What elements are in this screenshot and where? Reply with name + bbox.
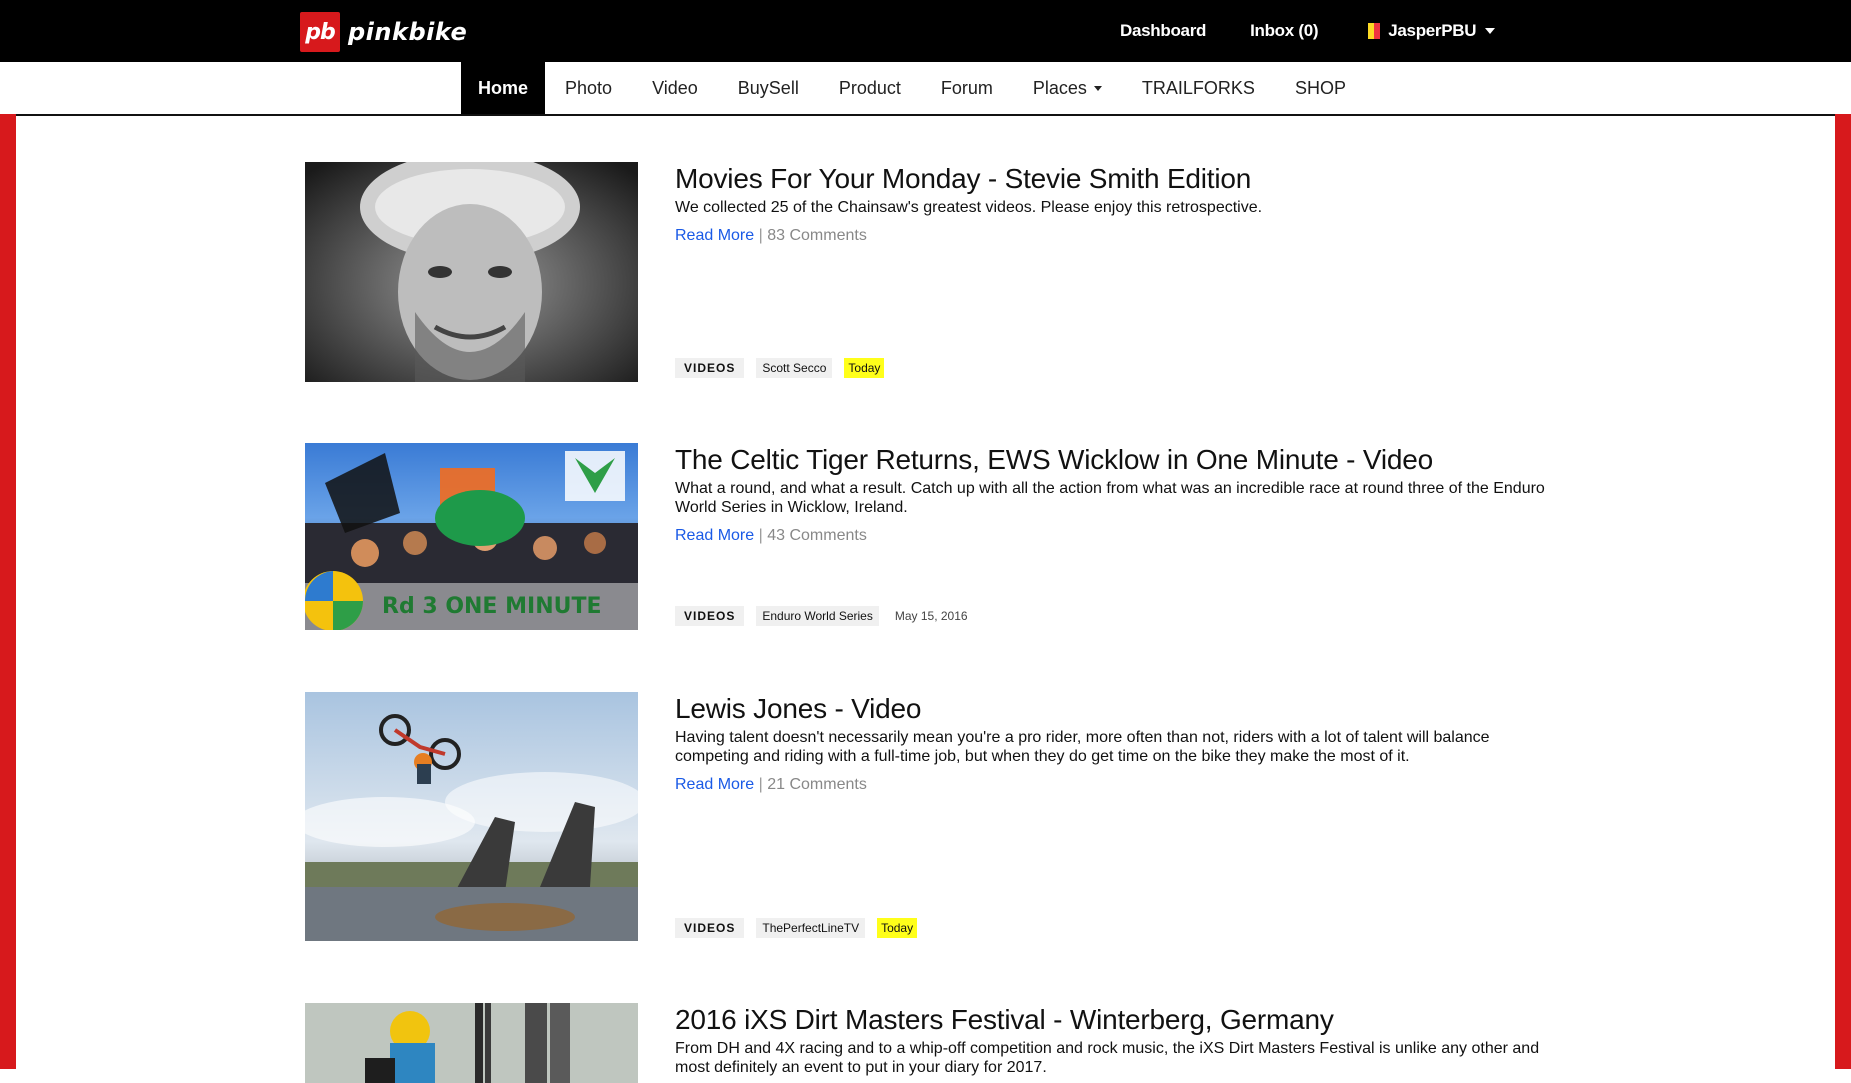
nav-item-photo[interactable]: Photo	[545, 62, 632, 114]
article-links: Read More | 43 Comments	[675, 527, 1545, 545]
article-tags: VIDEOS Enduro World Series May 15, 2016	[675, 606, 984, 626]
flag-stripe	[1374, 23, 1381, 39]
article-card: Movies For Your Monday - Stevie Smith Ed…	[305, 162, 1545, 382]
nav-item-places[interactable]: Places	[1013, 62, 1122, 114]
nav-item-label: BuySell	[737, 77, 799, 98]
main-nav: Home Photo Video BuySell Product Forum Places T…	[0, 62, 1851, 116]
ews-wicklow-image: Rd 3 ONE MINUTE	[305, 443, 638, 630]
article-description: What a round, and what a result. Catch u…	[675, 480, 1545, 516]
nav-item-forum[interactable]: Forum	[921, 62, 1013, 114]
comments-link[interactable]: 21 Comments	[767, 776, 867, 793]
article-card: Rd 3 ONE MINUTE The Celtic Tiger Returns…	[305, 443, 1545, 630]
read-more-link[interactable]: Read More	[675, 527, 754, 544]
nav-item-label: Photo	[565, 77, 613, 98]
article-title[interactable]: The Celtic Tiger Returns, EWS Wicklow in…	[675, 443, 1545, 477]
date-tag: May 15, 2016	[894, 609, 968, 623]
nav-item-trailforks[interactable]: TRAILFORKS	[1122, 62, 1275, 114]
article-body: Movies For Your Monday - Stevie Smith Ed…	[675, 162, 1545, 245]
top-header-bar: pb pinkbike Dashboard Inbox (0) JasperPB…	[0, 0, 1851, 62]
article-thumbnail[interactable]	[305, 162, 638, 382]
article-body: Lewis Jones - Video Having talent doesn'…	[675, 692, 1545, 794]
logo-badge: pb	[300, 12, 340, 52]
nav-item-home[interactable]: Home	[461, 62, 546, 114]
article-tags: VIDEOS ThePerfectLineTV Today	[675, 918, 929, 938]
article-tags: VIDEOS Scott Secco Today	[675, 358, 896, 378]
category-tag[interactable]: VIDEOS	[675, 918, 745, 938]
dashboard-link[interactable]: Dashboard	[1120, 21, 1206, 41]
nav-item-video[interactable]: Video	[632, 62, 718, 114]
read-more-link[interactable]: Read More	[675, 227, 754, 244]
logo-wordmark: pinkbike	[348, 18, 468, 46]
article-body: The Celtic Tiger Returns, EWS Wicklow in…	[675, 443, 1545, 545]
inbox-link[interactable]: Inbox (0)	[1250, 21, 1318, 41]
author-tag[interactable]: ThePerfectLineTV	[756, 918, 866, 938]
stevie-smith-portrait-image	[305, 162, 638, 382]
nav-item-label: Places	[1032, 77, 1087, 98]
author-tag[interactable]: Scott Secco	[756, 358, 833, 378]
article-description: From DH and 4X racing and to a whip-off …	[675, 1040, 1540, 1076]
nav-item-buysell[interactable]: BuySell	[718, 62, 819, 114]
link-separator: |	[758, 776, 763, 793]
nav-item-product[interactable]: Product	[819, 62, 921, 114]
article-thumbnail[interactable]	[305, 1003, 638, 1083]
pinkbike-logo[interactable]: pb pinkbike	[300, 12, 467, 52]
read-more-link[interactable]: Read More	[675, 776, 754, 793]
date-tag: Today	[844, 358, 885, 378]
article-body: 2016 iXS Dirt Masters Festival - Winterb…	[675, 1003, 1545, 1077]
nav-item-label: SHOP	[1294, 77, 1346, 98]
lewis-jones-jump-image	[305, 692, 638, 941]
article-title[interactable]: 2016 iXS Dirt Masters Festival - Winterb…	[675, 1003, 1545, 1037]
article-thumbnail[interactable]: Rd 3 ONE MINUTE	[305, 443, 638, 630]
link-separator: |	[758, 227, 763, 244]
article-links: Read More | 83 Comments	[675, 227, 1545, 245]
article-card: Lewis Jones - Video Having talent doesn'…	[305, 692, 1545, 941]
article-description: Having talent doesn't necessarily mean y…	[675, 729, 1490, 765]
article-thumbnail[interactable]	[305, 692, 638, 941]
account-links: Dashboard Inbox (0) JasperPBU	[1120, 0, 1496, 62]
nav-items: Home Photo Video BuySell Product Forum Places T…	[461, 62, 1366, 114]
left-red-border	[0, 114, 16, 1069]
article-card: 2016 iXS Dirt Masters Festival - Winterb…	[305, 1003, 1545, 1083]
comments-link[interactable]: 83 Comments	[767, 227, 867, 244]
nav-item-label: TRAILFORKS	[1141, 77, 1255, 98]
chevron-down-icon	[1485, 28, 1496, 34]
article-description: We collected 25 of the Chainsaw's greate…	[675, 199, 1263, 216]
author-tag[interactable]: Enduro World Series	[756, 606, 879, 626]
chevron-down-icon	[1093, 85, 1102, 91]
article-title[interactable]: Lewis Jones - Video	[675, 692, 1545, 726]
article-links: Read More | 21 Comments	[675, 776, 1545, 794]
right-red-border	[1835, 114, 1851, 1069]
category-tag[interactable]: VIDEOS	[675, 358, 745, 378]
comments-link[interactable]: 43 Comments	[767, 527, 867, 544]
thumb-caption: Rd 3 ONE MINUTE	[382, 594, 602, 619]
category-tag[interactable]: VIDEOS	[675, 606, 745, 626]
username: JasperPBU	[1388, 21, 1477, 40]
belgium-flag-icon	[1362, 23, 1381, 39]
link-separator: |	[758, 527, 763, 544]
nav-item-label: Product	[838, 77, 901, 98]
article-title[interactable]: Movies For Your Monday - Stevie Smith Ed…	[675, 162, 1545, 196]
nav-item-label: Video	[652, 77, 698, 98]
dirt-masters-image	[305, 1003, 638, 1083]
nav-item-label: Home	[478, 77, 529, 98]
nav-item-shop[interactable]: SHOP	[1275, 62, 1366, 114]
date-tag: Today	[877, 918, 918, 938]
user-menu[interactable]: JasperPBU	[1362, 21, 1496, 41]
nav-item-label: Forum	[940, 77, 993, 98]
